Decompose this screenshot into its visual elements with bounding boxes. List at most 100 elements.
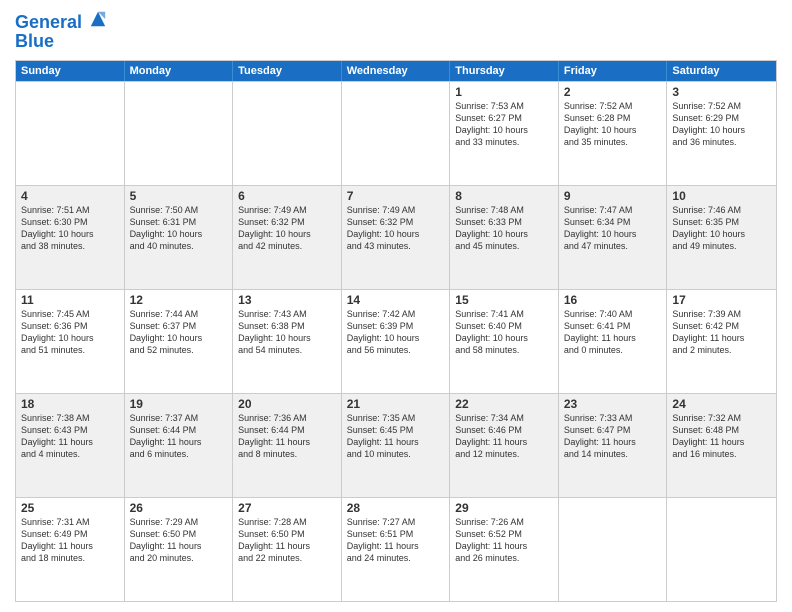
header: General Blue (15, 10, 777, 52)
day-info: Sunrise: 7:27 AMSunset: 6:51 PMDaylight:… (347, 516, 445, 565)
day-info: Sunrise: 7:35 AMSunset: 6:45 PMDaylight:… (347, 412, 445, 461)
day-number: 19 (130, 397, 228, 411)
day-number: 4 (21, 189, 119, 203)
calendar-cell: 14Sunrise: 7:42 AMSunset: 6:39 PMDayligh… (342, 290, 451, 393)
calendar-body: 1Sunrise: 7:53 AMSunset: 6:27 PMDaylight… (16, 81, 776, 601)
day-number: 13 (238, 293, 336, 307)
calendar-cell (16, 82, 125, 185)
calendar-cell: 18Sunrise: 7:38 AMSunset: 6:43 PMDayligh… (16, 394, 125, 497)
day-info: Sunrise: 7:49 AMSunset: 6:32 PMDaylight:… (347, 204, 445, 253)
calendar-cell (559, 498, 668, 601)
header-day-tuesday: Tuesday (233, 61, 342, 81)
day-info: Sunrise: 7:37 AMSunset: 6:44 PMDaylight:… (130, 412, 228, 461)
day-number: 5 (130, 189, 228, 203)
calendar-cell: 22Sunrise: 7:34 AMSunset: 6:46 PMDayligh… (450, 394, 559, 497)
calendar-cell: 23Sunrise: 7:33 AMSunset: 6:47 PMDayligh… (559, 394, 668, 497)
calendar-cell: 12Sunrise: 7:44 AMSunset: 6:37 PMDayligh… (125, 290, 234, 393)
day-info: Sunrise: 7:26 AMSunset: 6:52 PMDaylight:… (455, 516, 553, 565)
day-info: Sunrise: 7:44 AMSunset: 6:37 PMDaylight:… (130, 308, 228, 357)
calendar-week-1: 1Sunrise: 7:53 AMSunset: 6:27 PMDaylight… (16, 81, 776, 185)
calendar-cell: 16Sunrise: 7:40 AMSunset: 6:41 PMDayligh… (559, 290, 668, 393)
day-info: Sunrise: 7:38 AMSunset: 6:43 PMDaylight:… (21, 412, 119, 461)
day-number: 24 (672, 397, 771, 411)
day-number: 28 (347, 501, 445, 515)
calendar-cell (233, 82, 342, 185)
day-number: 16 (564, 293, 662, 307)
day-info: Sunrise: 7:53 AMSunset: 6:27 PMDaylight:… (455, 100, 553, 149)
calendar-cell: 19Sunrise: 7:37 AMSunset: 6:44 PMDayligh… (125, 394, 234, 497)
logo: General Blue (15, 10, 107, 52)
header-day-thursday: Thursday (450, 61, 559, 81)
day-number: 7 (347, 189, 445, 203)
logo-blue: Blue (15, 31, 54, 52)
calendar-cell: 24Sunrise: 7:32 AMSunset: 6:48 PMDayligh… (667, 394, 776, 497)
calendar-cell: 2Sunrise: 7:52 AMSunset: 6:28 PMDaylight… (559, 82, 668, 185)
day-number: 3 (672, 85, 771, 99)
calendar-cell: 9Sunrise: 7:47 AMSunset: 6:34 PMDaylight… (559, 186, 668, 289)
day-number: 21 (347, 397, 445, 411)
header-day-friday: Friday (559, 61, 668, 81)
day-number: 17 (672, 293, 771, 307)
day-number: 11 (21, 293, 119, 307)
day-number: 9 (564, 189, 662, 203)
calendar-cell (342, 82, 451, 185)
calendar-cell: 25Sunrise: 7:31 AMSunset: 6:49 PMDayligh… (16, 498, 125, 601)
day-info: Sunrise: 7:41 AMSunset: 6:40 PMDaylight:… (455, 308, 553, 357)
calendar-week-3: 11Sunrise: 7:45 AMSunset: 6:36 PMDayligh… (16, 289, 776, 393)
day-number: 27 (238, 501, 336, 515)
calendar-cell: 28Sunrise: 7:27 AMSunset: 6:51 PMDayligh… (342, 498, 451, 601)
calendar-cell: 27Sunrise: 7:28 AMSunset: 6:50 PMDayligh… (233, 498, 342, 601)
day-info: Sunrise: 7:49 AMSunset: 6:32 PMDaylight:… (238, 204, 336, 253)
calendar: SundayMondayTuesdayWednesdayThursdayFrid… (15, 60, 777, 602)
day-number: 12 (130, 293, 228, 307)
calendar-cell: 6Sunrise: 7:49 AMSunset: 6:32 PMDaylight… (233, 186, 342, 289)
calendar-cell: 5Sunrise: 7:50 AMSunset: 6:31 PMDaylight… (125, 186, 234, 289)
header-day-monday: Monday (125, 61, 234, 81)
day-info: Sunrise: 7:42 AMSunset: 6:39 PMDaylight:… (347, 308, 445, 357)
day-number: 18 (21, 397, 119, 411)
day-number: 20 (238, 397, 336, 411)
calendar-week-2: 4Sunrise: 7:51 AMSunset: 6:30 PMDaylight… (16, 185, 776, 289)
logo-text: General (15, 10, 107, 33)
day-info: Sunrise: 7:39 AMSunset: 6:42 PMDaylight:… (672, 308, 771, 357)
calendar-cell: 15Sunrise: 7:41 AMSunset: 6:40 PMDayligh… (450, 290, 559, 393)
day-info: Sunrise: 7:29 AMSunset: 6:50 PMDaylight:… (130, 516, 228, 565)
day-info: Sunrise: 7:32 AMSunset: 6:48 PMDaylight:… (672, 412, 771, 461)
day-info: Sunrise: 7:45 AMSunset: 6:36 PMDaylight:… (21, 308, 119, 357)
calendar-cell: 20Sunrise: 7:36 AMSunset: 6:44 PMDayligh… (233, 394, 342, 497)
day-info: Sunrise: 7:31 AMSunset: 6:49 PMDaylight:… (21, 516, 119, 565)
day-info: Sunrise: 7:36 AMSunset: 6:44 PMDaylight:… (238, 412, 336, 461)
day-number: 6 (238, 189, 336, 203)
calendar-cell: 21Sunrise: 7:35 AMSunset: 6:45 PMDayligh… (342, 394, 451, 497)
day-info: Sunrise: 7:40 AMSunset: 6:41 PMDaylight:… (564, 308, 662, 357)
day-info: Sunrise: 7:48 AMSunset: 6:33 PMDaylight:… (455, 204, 553, 253)
header-day-sunday: Sunday (16, 61, 125, 81)
calendar-header: SundayMondayTuesdayWednesdayThursdayFrid… (16, 61, 776, 81)
calendar-cell: 4Sunrise: 7:51 AMSunset: 6:30 PMDaylight… (16, 186, 125, 289)
calendar-page: General Blue SundayMondayTuesdayWednesda… (0, 0, 792, 612)
day-info: Sunrise: 7:28 AMSunset: 6:50 PMDaylight:… (238, 516, 336, 565)
day-info: Sunrise: 7:43 AMSunset: 6:38 PMDaylight:… (238, 308, 336, 357)
day-number: 23 (564, 397, 662, 411)
calendar-cell: 10Sunrise: 7:46 AMSunset: 6:35 PMDayligh… (667, 186, 776, 289)
day-info: Sunrise: 7:50 AMSunset: 6:31 PMDaylight:… (130, 204, 228, 253)
day-info: Sunrise: 7:34 AMSunset: 6:46 PMDaylight:… (455, 412, 553, 461)
calendar-cell (125, 82, 234, 185)
day-number: 26 (130, 501, 228, 515)
calendar-cell: 13Sunrise: 7:43 AMSunset: 6:38 PMDayligh… (233, 290, 342, 393)
calendar-week-5: 25Sunrise: 7:31 AMSunset: 6:49 PMDayligh… (16, 497, 776, 601)
day-number: 29 (455, 501, 553, 515)
logo-icon (89, 10, 107, 28)
header-day-saturday: Saturday (667, 61, 776, 81)
calendar-cell (667, 498, 776, 601)
calendar-cell: 7Sunrise: 7:49 AMSunset: 6:32 PMDaylight… (342, 186, 451, 289)
day-info: Sunrise: 7:52 AMSunset: 6:28 PMDaylight:… (564, 100, 662, 149)
day-number: 25 (21, 501, 119, 515)
day-number: 1 (455, 85, 553, 99)
calendar-cell: 11Sunrise: 7:45 AMSunset: 6:36 PMDayligh… (16, 290, 125, 393)
day-number: 15 (455, 293, 553, 307)
day-number: 2 (564, 85, 662, 99)
calendar-cell: 8Sunrise: 7:48 AMSunset: 6:33 PMDaylight… (450, 186, 559, 289)
calendar-cell: 29Sunrise: 7:26 AMSunset: 6:52 PMDayligh… (450, 498, 559, 601)
day-number: 22 (455, 397, 553, 411)
